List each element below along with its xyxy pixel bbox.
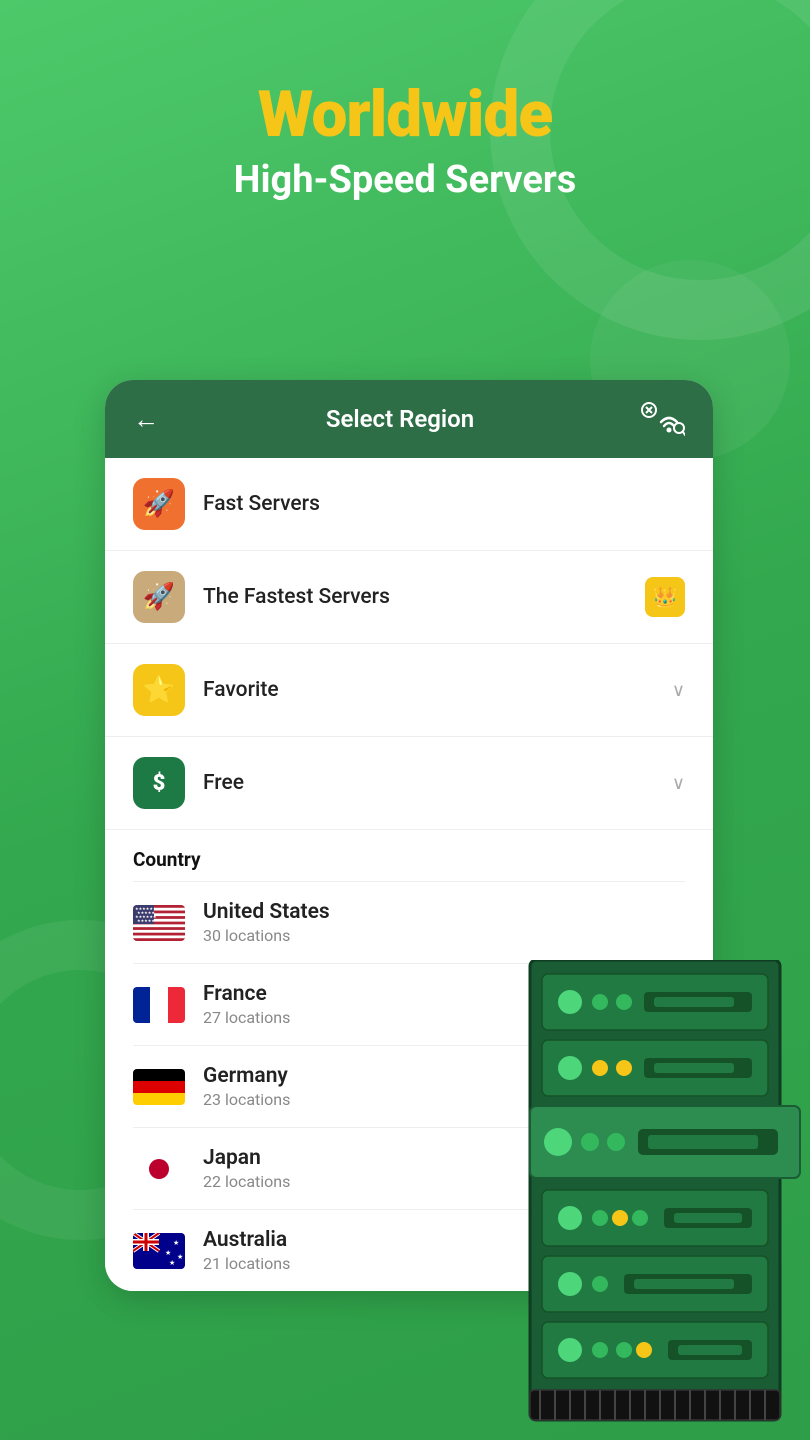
flag-fr — [133, 987, 185, 1023]
free-chevron-icon: ∨ — [672, 773, 685, 794]
wifi-search-icon[interactable] — [641, 402, 685, 436]
rocket-tan-icon: 🚀 — [143, 582, 175, 612]
flag-us: ★★★★★★ ★★★★★ ★★★★★★ ★★★★★ — [133, 905, 185, 941]
flag-au: ★ ★ ★ ★ — [133, 1233, 185, 1269]
rocket-orange-icon: 🚀 — [143, 489, 175, 519]
background: Worldwide High-Speed Servers ← Select Re… — [0, 0, 810, 1440]
card-header: ← Select Region — [105, 380, 713, 458]
favorite-chevron-icon: ∨ — [672, 680, 685, 701]
us-locations: 30 locations — [203, 926, 685, 945]
card-header-title: Select Region — [159, 405, 641, 433]
fr-blue — [133, 987, 150, 1023]
menu-item-favorite[interactable]: ⭐ Favorite ∨ — [105, 644, 713, 737]
favorite-icon-box: ⭐ — [133, 664, 185, 716]
us-name: United States — [203, 900, 685, 924]
svg-text:★: ★ — [165, 1249, 171, 1257]
svg-text:★: ★ — [169, 1259, 175, 1267]
wifi-search-svg — [641, 402, 685, 436]
de-gold — [133, 1093, 185, 1105]
server-rack-illustration — [520, 960, 810, 1440]
fr-flag-div — [133, 987, 185, 1023]
fr-red — [168, 987, 185, 1023]
country-section-label: Country — [133, 848, 685, 871]
crown-symbol: 👑 — [653, 585, 678, 609]
crown-icon: 👑 — [645, 577, 685, 617]
favorite-label: Favorite — [203, 678, 672, 702]
fast-servers-label: Fast Servers — [203, 492, 685, 516]
svg-text:★: ★ — [177, 1253, 183, 1261]
svg-text:★: ★ — [173, 1239, 179, 1247]
back-button[interactable]: ← — [133, 404, 159, 435]
de-red — [133, 1081, 185, 1093]
header-title-line1: Worldwide — [0, 80, 810, 150]
server-rack-svg — [520, 960, 810, 1440]
free-icon-box: $ — [133, 757, 185, 809]
flag-jp — [133, 1151, 185, 1187]
header-title-line2: High-Speed Servers — [0, 158, 810, 202]
fast-servers-icon-box: 🚀 — [133, 478, 185, 530]
jp-circle — [149, 1159, 169, 1179]
header-section: Worldwide High-Speed Servers — [0, 0, 810, 242]
fastest-servers-icon-box: 🚀 — [133, 571, 185, 623]
country-item-us[interactable]: ★★★★★★ ★★★★★ ★★★★★★ ★★★★★ United States … — [133, 881, 685, 963]
de-flag-div — [133, 1069, 185, 1105]
au-flag-svg: ★ ★ ★ ★ — [133, 1233, 185, 1269]
fr-white — [150, 987, 167, 1023]
free-label: Free — [203, 771, 672, 795]
us-flag-svg: ★★★★★★ ★★★★★ ★★★★★★ ★★★★★ — [133, 905, 185, 941]
menu-item-free[interactable]: $ Free ∨ — [105, 737, 713, 830]
us-info: United States 30 locations — [203, 900, 685, 945]
flag-de — [133, 1069, 185, 1105]
menu-item-fast-servers[interactable]: 🚀 Fast Servers — [105, 458, 713, 551]
menu-item-fastest-servers[interactable]: 🚀 The Fastest Servers 👑 — [105, 551, 713, 644]
menu-list: 🚀 Fast Servers 🚀 The Fastest Servers 👑 ⭐ — [105, 458, 713, 830]
de-black — [133, 1069, 185, 1081]
jp-flag-div — [133, 1151, 185, 1187]
fastest-servers-label: The Fastest Servers — [203, 585, 645, 609]
dollar-icon: $ — [153, 771, 166, 796]
star-icon: ⭐ — [143, 675, 175, 705]
svg-text:★★★★★: ★★★★★ — [137, 918, 155, 923]
